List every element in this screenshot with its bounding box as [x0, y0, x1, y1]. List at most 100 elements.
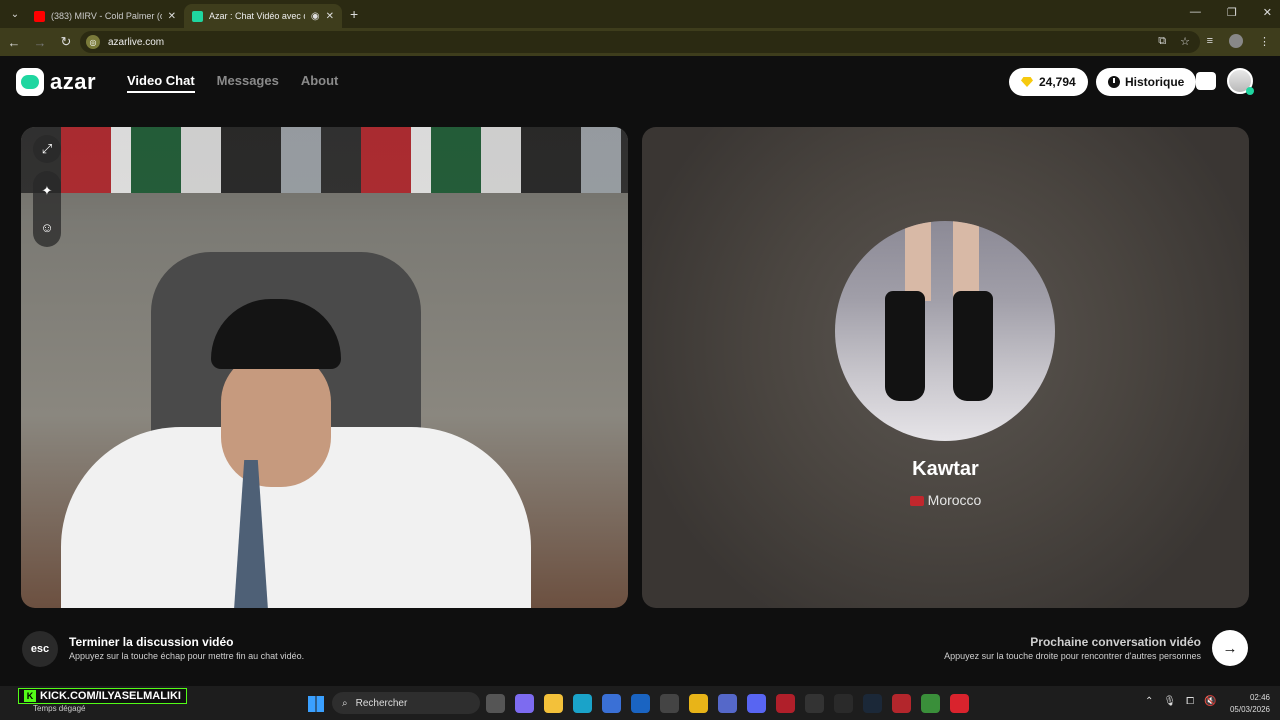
browser-menu-icon[interactable]: ⋮ [1259, 35, 1270, 48]
history-label: Historique [1125, 75, 1185, 89]
end-chat-subtitle: Appuyez sur la touche échap pour mettre … [69, 651, 305, 661]
nav-about[interactable]: About [301, 73, 339, 93]
store-app-icon[interactable] [602, 694, 621, 713]
gem-icon [1021, 77, 1033, 87]
tab-youtube[interactable]: (383) MIRV - Cold Palmer (offic ✕ [26, 4, 184, 28]
close-tab-icon[interactable]: ✕ [326, 11, 334, 22]
end-chat-title: Terminer la discussion vidéo [69, 635, 234, 649]
photo-boot [953, 291, 993, 401]
background-shelf [21, 127, 628, 193]
forward-icon[interactable]: → [28, 35, 52, 50]
user-avatar[interactable] [1227, 68, 1254, 95]
clock-time: 02:46 [1249, 693, 1270, 702]
browser-address-bar: ← → ↻ ◎ azarlive.com ⧉ ☆ [0, 28, 1280, 56]
photo-leg [905, 221, 931, 301]
red-app-icon[interactable] [950, 694, 969, 713]
media-controls-icon[interactable]: ≡ [1207, 35, 1213, 47]
gems-button[interactable]: 24,794 [1009, 68, 1088, 96]
file-explorer-icon[interactable] [544, 694, 563, 713]
remote-video: Kawtar Morocco [642, 127, 1249, 608]
copilot-icon[interactable] [515, 694, 534, 713]
install-app-icon[interactable]: ⧉ [1158, 35, 1166, 48]
country-label: Morocco [927, 492, 982, 508]
steam-icon[interactable] [863, 694, 882, 713]
browser-profile-icon[interactable] [1229, 34, 1243, 48]
azar-logo[interactable]: azar [16, 68, 96, 96]
end-chat-button[interactable]: esc [22, 631, 58, 667]
windows-start-icon[interactable] [308, 696, 324, 712]
face-filter-icon[interactable]: ☺ [33, 213, 61, 241]
taskbar-apps [486, 694, 969, 713]
task-view-icon[interactable] [486, 694, 505, 713]
online-badge [1246, 87, 1254, 95]
restore-icon[interactable]: ❐ [1227, 6, 1237, 19]
next-chat-subtitle: Appuyez sur la touche droite pour rencon… [944, 651, 1201, 661]
volume-muted-icon[interactable]: 🔇 [1204, 696, 1216, 707]
effects-group: ✦ ☺ [33, 171, 61, 247]
logo-text: azar [50, 69, 97, 94]
tab-title: Azar : Chat Vidéo avec de [209, 11, 305, 21]
chrome-icon[interactable] [689, 694, 708, 713]
back-icon[interactable]: ← [2, 35, 26, 50]
remote-profile-photo [835, 221, 1055, 441]
taskbar-search[interactable]: ⌕ Rechercher [332, 692, 480, 714]
nav-video-chat[interactable]: Video Chat [127, 73, 195, 93]
obs-icon[interactable] [805, 694, 824, 713]
system-tray: ⌃ 🎙 ⧠ 🔇 [1145, 696, 1217, 707]
search-placeholder: Rechercher [355, 697, 408, 709]
play-app-icon[interactable] [921, 694, 940, 713]
game-launcher-icon[interactable] [834, 694, 853, 713]
url-field[interactable]: ◎ azarlive.com ⧉ ☆ [80, 31, 1200, 53]
magic-wand-icon[interactable]: ✦ [33, 177, 61, 205]
new-tab-button[interactable]: + [350, 6, 358, 22]
network-icon[interactable]: ⧠ [1186, 696, 1194, 707]
clock-icon [1108, 76, 1120, 88]
edge-icon[interactable] [573, 694, 592, 713]
gamepad-icon[interactable] [718, 694, 737, 713]
minimize-icon[interactable]: — [1190, 6, 1201, 19]
tray-expand-icon[interactable]: ⌃ [1145, 696, 1153, 707]
tab-title: (383) MIRV - Cold Palmer (offic [51, 11, 162, 21]
discord-icon[interactable] [747, 694, 766, 713]
kick-overlay: K KICK.COM/ILYASELMALIKI [18, 688, 187, 704]
azar-favicon-icon [192, 10, 203, 22]
bookmark-star-icon[interactable]: ☆ [1180, 35, 1190, 48]
kick-overlay-text: KICK.COM/ILYASELMALIKI [40, 690, 181, 702]
person-head [221, 352, 331, 487]
azar-logo-icon [16, 68, 44, 96]
video-tools: ⤢ ✦ ☺ [33, 135, 61, 247]
kick-logo-icon: K [24, 690, 36, 702]
browser-toolbar-right: ≡ ⋮ [1207, 34, 1270, 48]
photo-leg [953, 221, 979, 301]
youtube-icon [34, 10, 45, 22]
recording-icon: ◉ [310, 10, 320, 22]
nav-messages[interactable]: Messages [217, 73, 279, 93]
url-text: azarlive.com [108, 36, 165, 48]
window-controls: — ❐ ✕ [1190, 6, 1272, 19]
expand-icon[interactable]: ⤢ [33, 135, 61, 163]
morocco-flag-icon [909, 496, 924, 506]
tab-search-icon[interactable]: ⌄ [4, 4, 26, 24]
close-window-icon[interactable]: ✕ [1263, 6, 1272, 19]
outlook-icon[interactable] [631, 694, 650, 713]
next-chat-button[interactable]: → [1212, 630, 1248, 666]
remote-country: Morocco [642, 492, 1249, 508]
azar-app: azar Video Chat Messages About 24,794 Hi… [0, 56, 1280, 686]
browser-tab-bar: ⌄ (383) MIRV - Cold Palmer (offic ✕ Azar… [0, 0, 1280, 28]
clock-date: 05/03/2026 [1229, 705, 1270, 714]
tab-azar[interactable]: Azar : Chat Vidéo avec de ◉ ✕ [184, 4, 342, 28]
voice-app-icon[interactable] [892, 694, 911, 713]
close-tab-icon[interactable]: ✕ [168, 11, 176, 22]
next-chat-title: Prochaine conversation vidéo [1030, 635, 1201, 649]
reload-icon[interactable]: ↻ [54, 34, 78, 50]
site-info-icon[interactable]: ◎ [86, 35, 100, 49]
history-button[interactable]: Historique [1096, 68, 1197, 96]
acrobat-icon[interactable] [776, 694, 795, 713]
weather-widget[interactable]: Temps dégagé [33, 704, 85, 713]
microphone-icon[interactable]: 🎙 [1163, 696, 1176, 707]
clipchamp-icon[interactable] [660, 694, 679, 713]
main-nav: Video Chat Messages About [127, 73, 338, 93]
taskbar-clock[interactable]: 02:46 05/03/2026 [1230, 692, 1270, 716]
store-icon[interactable] [1196, 72, 1216, 90]
local-video: ⤢ ✦ ☺ [21, 127, 628, 608]
